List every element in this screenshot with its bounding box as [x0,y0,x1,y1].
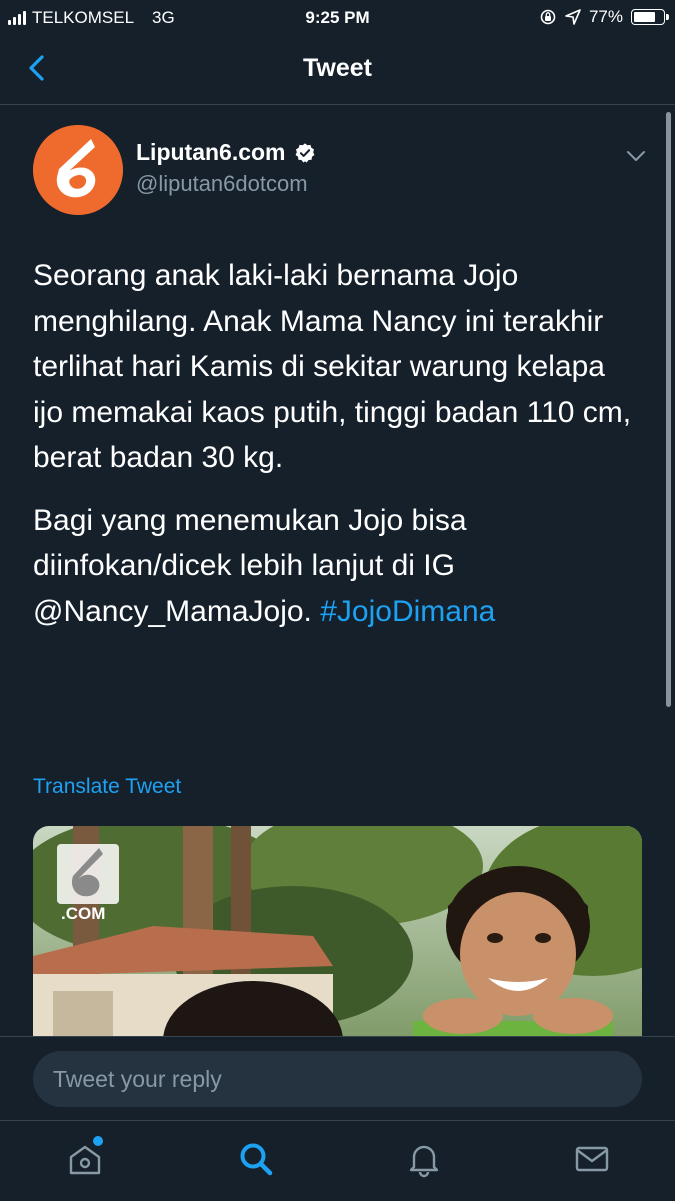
chevron-down-icon [627,151,645,161]
scrollbar[interactable] [666,112,671,707]
notifications-icon [409,1145,439,1178]
tweet-paragraph-2-text: Bagi yang menemukan Jojo bisa diinfokan/… [33,503,467,583]
status-right: 77% [539,7,669,27]
reply-input[interactable] [33,1051,642,1107]
media-watermark-text: .COM [61,904,106,923]
translate-tweet-link[interactable]: Translate Tweet [33,775,181,799]
mention-link[interactable]: @Nancy_MamaJojo. [33,595,312,628]
home-notification-dot [93,1136,103,1146]
tweet-options-button[interactable] [625,145,647,167]
liputan6-logo-icon [33,125,123,215]
tab-notifications[interactable] [404,1139,444,1179]
author-name-row[interactable]: Liputan6.com [136,139,316,166]
photo-image [33,826,642,1041]
location-icon [565,9,581,25]
verified-badge-icon [295,142,314,162]
tweet-paragraph-1: Seorang anak laki-laki bernama Jojo meng… [33,259,632,474]
hashtag-link[interactable]: #JojoDimana [320,595,495,628]
tweet-text: Seorang anak laki-laki bernama Jojo meng… [33,253,633,651]
status-bar: TELKOMSEL 3G 9:25 PM 77% [0,0,675,36]
tab-messages[interactable] [572,1139,612,1179]
battery-icon [631,9,669,25]
author-handle[interactable]: @liputan6dotcom [136,171,308,197]
messages-icon [575,1146,609,1172]
tab-search[interactable] [236,1139,276,1179]
search-icon [240,1143,273,1176]
tab-home[interactable] [65,1136,105,1179]
tab-bar [0,1120,675,1201]
avatar[interactable] [33,125,123,215]
rotation-lock-icon [540,9,556,25]
tweet-media-image[interactable]: .COM [33,826,642,1041]
header: Tweet [0,36,675,105]
tweet-paragraph-2: Bagi yang menemukan Jojo bisa diinfokan/… [33,498,633,635]
battery-fill [634,12,655,22]
author-name[interactable]: Liputan6.com [136,139,286,166]
page-title: Tweet [303,54,372,82]
battery-percent: 77% [588,7,623,26]
reply-bar [0,1036,675,1121]
